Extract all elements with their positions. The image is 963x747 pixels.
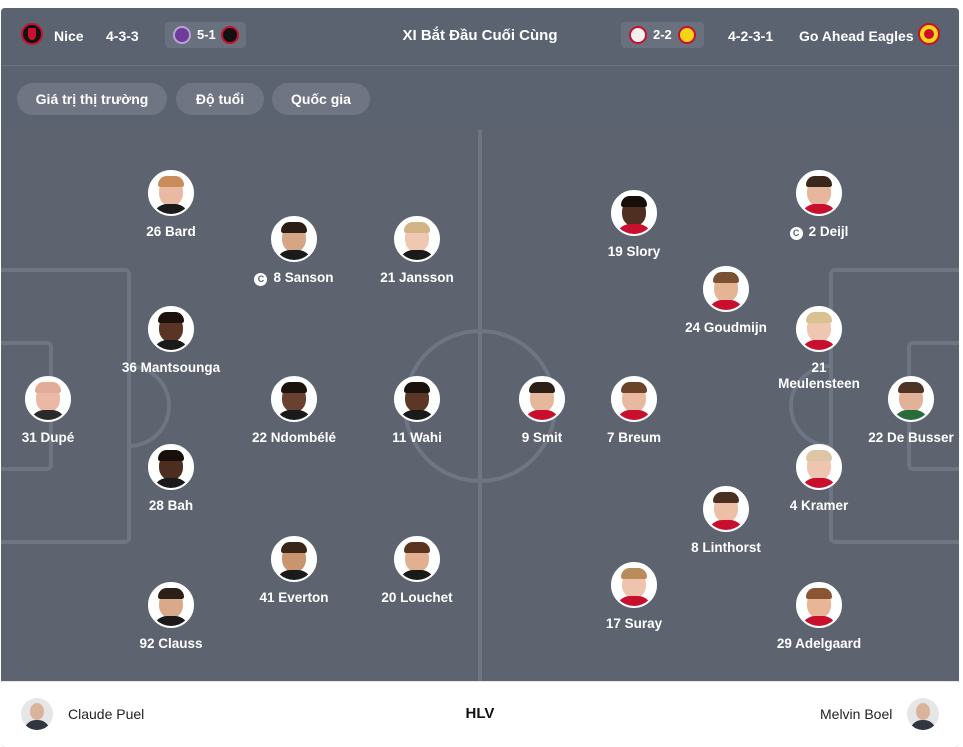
player-deijl[interactable]: C 2 Deijl xyxy=(749,170,889,240)
player-dupe[interactable]: 31 Dupé xyxy=(1,376,118,446)
player-label: 11 Wahi xyxy=(392,430,442,445)
player-photo xyxy=(888,376,934,422)
player-label: 28 Bah xyxy=(148,498,194,513)
player-label: 19 Slory xyxy=(607,244,661,259)
pitch: 26 Bard C 8 Sanson 21 Jansson 36 Mantsoun… xyxy=(1,130,959,681)
player-label-wrap: C 8 Sanson xyxy=(224,270,364,286)
player-everton[interactable]: 41 Everton xyxy=(224,536,364,606)
away-last-score: 2-2 xyxy=(653,27,672,42)
player-mantsounga[interactable]: 36 Mantsounga xyxy=(101,306,241,376)
coaches-footer: Claude Puel HLV Melvin Boel xyxy=(1,681,959,747)
player-photo xyxy=(148,444,194,490)
filter-market-value[interactable]: Giá trị thị trường xyxy=(17,83,167,115)
player-photo xyxy=(271,536,317,582)
player-label: 22 De Busser xyxy=(868,430,954,445)
player-photo xyxy=(796,444,842,490)
filter-nationality[interactable]: Quốc gia xyxy=(272,83,370,115)
captain-icon: C xyxy=(789,227,803,240)
coach-section-label: HLV xyxy=(465,705,495,722)
player-photo xyxy=(394,376,440,422)
player-photo xyxy=(611,376,657,422)
player-label: 8 Linthorst xyxy=(691,540,761,555)
player-photo xyxy=(611,562,657,608)
opponent-crest-icon xyxy=(629,26,647,44)
away-last-result-chip[interactable]: 2-2 xyxy=(621,22,704,48)
player-photo xyxy=(394,536,440,582)
player-louchet[interactable]: 20 Louchet xyxy=(347,536,487,606)
filter-bar: Giá trị thị trường Độ tuổi Quốc gia xyxy=(1,66,959,130)
player-label: 36 Mantsounga xyxy=(121,360,221,375)
player-photo xyxy=(25,376,71,422)
player-photo xyxy=(271,376,317,422)
player-bard[interactable]: 26 Bard xyxy=(101,170,241,240)
player-breum[interactable]: 7 Breum xyxy=(564,376,704,446)
player-label: 21 Jansson xyxy=(380,270,454,285)
player-photo xyxy=(703,266,749,312)
player-kramer[interactable]: 4 Kramer xyxy=(749,444,889,514)
player-label: 22 Ndombélé xyxy=(251,430,337,445)
player-label: 4 Kramer xyxy=(789,498,849,513)
filter-age[interactable]: Độ tuổi xyxy=(176,83,264,115)
player-ndombele[interactable]: 22 Ndombélé xyxy=(224,376,364,446)
captain-icon: C xyxy=(254,273,268,286)
away-coach-avatar[interactable] xyxy=(907,698,939,730)
player-wahi[interactable]: 11 Wahi xyxy=(347,376,487,446)
player-clauss[interactable]: 92 Clauss xyxy=(101,582,241,652)
player-photo xyxy=(271,216,317,262)
player-photo xyxy=(148,582,194,628)
player-label: 17 Suray xyxy=(605,616,663,631)
away-formation: 4-2-3-1 xyxy=(728,28,774,44)
player-photo xyxy=(148,170,194,216)
player-label: 92 Clauss xyxy=(139,636,203,651)
player-photo xyxy=(611,190,657,236)
player-adelgaard[interactable]: 29 Adelgaard xyxy=(749,582,889,652)
player-photo xyxy=(703,486,749,532)
player-photo xyxy=(394,216,440,262)
away-team-name[interactable]: Go Ahead Eagles xyxy=(799,28,914,44)
player-jansson[interactable]: 21 Jansson xyxy=(347,216,487,286)
player-label: 41 Everton xyxy=(259,590,329,605)
player-label-wrap: C 2 Deijl xyxy=(749,224,889,240)
player-photo xyxy=(519,376,565,422)
player-label: 29 Adelgaard xyxy=(776,636,862,651)
away-coach-name[interactable]: Melvin Boel xyxy=(820,706,892,722)
player-suray[interactable]: 17 Suray xyxy=(564,562,704,632)
player-bah[interactable]: 28 Bah xyxy=(101,444,241,514)
gae-mini-crest-icon xyxy=(678,26,696,44)
player-slory[interactable]: 19 Slory xyxy=(564,190,704,260)
player-sanson[interactable]: C 8 Sanson xyxy=(224,216,364,286)
go-ahead-eagles-crest-icon[interactable] xyxy=(918,23,940,45)
player-label: 20 Louchet xyxy=(381,590,453,605)
player-label: 2 Deijl xyxy=(808,224,849,239)
player-label: 7 Breum xyxy=(606,430,662,445)
player-photo xyxy=(796,306,842,352)
lineup-card: Nice 4-3-3 5-1 XI Bắt Đầu Cuối Cùng 2-2 … xyxy=(1,8,959,747)
player-photo xyxy=(148,306,194,352)
player-label: 26 Bard xyxy=(146,224,196,239)
player-label: 8 Sanson xyxy=(273,270,334,285)
lineup-header: Nice 4-3-3 5-1 XI Bắt Đầu Cuối Cùng 2-2 … xyxy=(1,8,959,66)
player-de-busser[interactable]: 22 De Busser xyxy=(841,376,959,446)
player-photo xyxy=(796,170,842,216)
player-photo xyxy=(796,582,842,628)
